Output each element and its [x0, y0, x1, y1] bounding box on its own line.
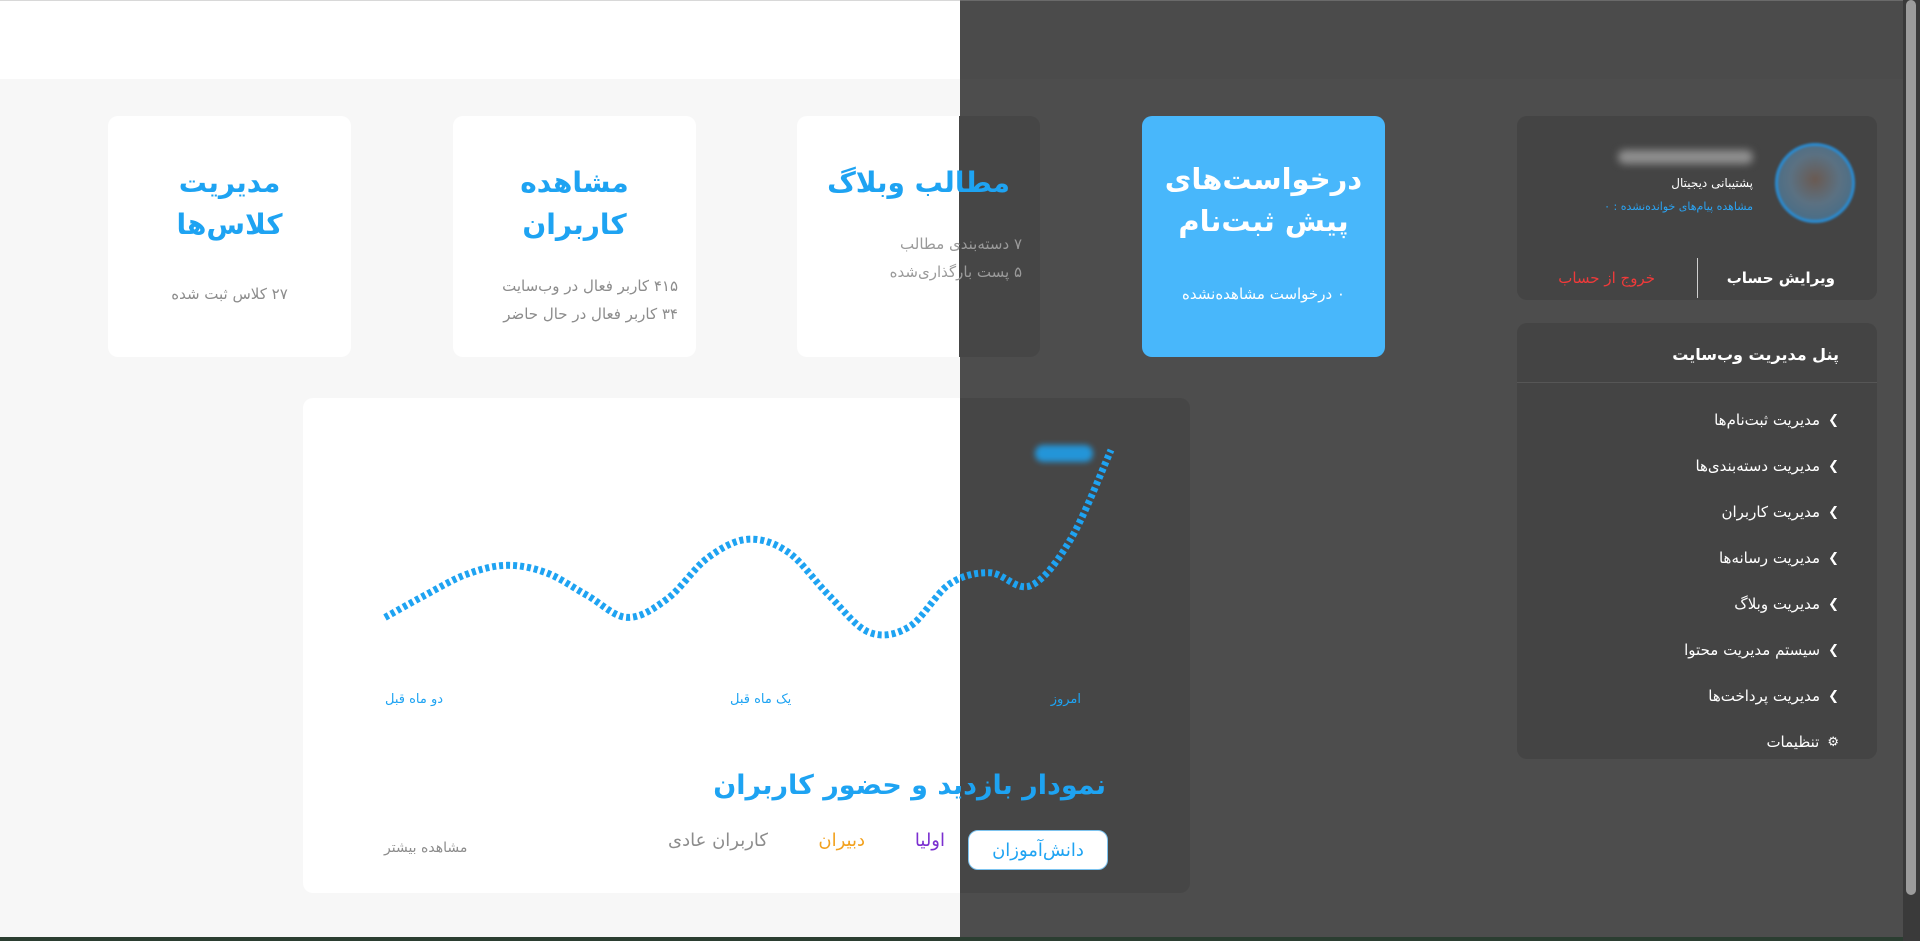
menu-item-cms[interactable]: ❯ سیستم مدیریت محتوا: [1684, 627, 1839, 673]
menu-list: ❯ مدیریت ثبت‌نام‌ها ❯ مدیریت دسته‌بندی‌ه…: [1684, 397, 1839, 765]
menu-item-registrations[interactable]: ❯ مدیریت ثبت‌نام‌ها: [1684, 397, 1839, 443]
profile-name-blurred: [1618, 150, 1753, 164]
chevron-right-icon: ❯: [1828, 412, 1839, 428]
unread-messages-link[interactable]: مشاهده پیام‌های خوانده‌نشده : ۰: [1604, 200, 1753, 213]
latest-value-label-blurred: [1035, 445, 1093, 462]
menu-title: پنل مدیریت وب‌سایت: [1672, 345, 1839, 364]
scrollbar[interactable]: [1903, 0, 1920, 941]
chart-title: نمودار بازدید و حضور کاربران: [713, 770, 1106, 801]
card-users[interactable]: مشاهده کاربران ۴۱۵ کاربر فعال در وب‌سایت…: [453, 116, 696, 357]
card-title: مدیریت کلاس‌ها: [176, 166, 283, 241]
card-line: ۵ پست بارگذاری‌شده: [889, 263, 1022, 281]
card-title: درخواست‌های پیش ثبت‌نام: [1164, 162, 1363, 238]
bottom-strip: [0, 937, 1903, 941]
divider: [1697, 258, 1698, 298]
x-tick-label: یک ماه قبل: [730, 692, 792, 707]
gear-icon: ⚙: [1827, 734, 1839, 750]
line-chart: دو ماه قبل یک ماه قبل امروز: [383, 445, 1115, 707]
see-more-link[interactable]: مشاهده بیشتر: [384, 840, 467, 856]
tab-regular-users[interactable]: کاربران عادی: [668, 830, 768, 851]
x-tick-label: دو ماه قبل: [385, 692, 443, 707]
series-line: [383, 448, 1115, 639]
divider: [1517, 382, 1877, 383]
chevron-right-icon: ❯: [1828, 458, 1839, 474]
tab-students[interactable]: دانش‌آموزان: [968, 830, 1108, 870]
card-preregistration[interactable]: درخواست‌های پیش ثبت‌نام ۰ درخواست مشاهده…: [1142, 116, 1385, 357]
chevron-right-icon: ❯: [1828, 550, 1839, 566]
menu-item-media[interactable]: ❯ مدیریت رسانه‌ها: [1684, 535, 1839, 581]
menu-item-categories[interactable]: ❯ مدیریت دسته‌بندی‌ها: [1684, 443, 1839, 489]
chevron-right-icon: ❯: [1828, 642, 1839, 658]
edit-account-button[interactable]: ویرایش حساب: [1727, 269, 1835, 287]
card-title: مشاهده کاربران: [520, 166, 629, 241]
menu-item-label: مدیریت ثبت‌نام‌ها: [1714, 411, 1821, 429]
menu-item-label: مدیریت پرداخت‌ها: [1708, 687, 1821, 705]
menu-item-settings[interactable]: ⚙ تنظیمات: [1684, 719, 1839, 765]
tab-parents[interactable]: اولیا: [915, 830, 945, 851]
admin-menu: پنل مدیریت وب‌سایت ❯ مدیریت ثبت‌نام‌ها ❯…: [1517, 323, 1877, 759]
chevron-right-icon: ❯: [1828, 596, 1839, 612]
tab-teachers[interactable]: دبیران: [818, 830, 865, 851]
chevron-right-icon: ❯: [1828, 504, 1839, 520]
profile-panel: پشتیبانی دیجیتال مشاهده پیام‌های خوانده‌…: [1517, 116, 1877, 300]
menu-item-label: مدیریت دسته‌بندی‌ها: [1695, 457, 1821, 475]
menu-item-users[interactable]: ❯ مدیریت کاربران: [1684, 489, 1839, 535]
card-line: ۷ دسته‌بندی مطالب: [900, 235, 1022, 253]
card-classes[interactable]: مدیریت کلاس‌ها ۲۷ کلاس ثبت شده: [108, 116, 351, 357]
card-line: ۰ درخواست مشاهده‌نشده: [1182, 285, 1345, 303]
menu-item-blog[interactable]: ❯ مدیریت وبلاگ: [1684, 581, 1839, 627]
card-line: ۴۱۵ کاربر فعال در وب‌سایت: [502, 277, 678, 295]
menu-item-label: مدیریت رسانه‌ها: [1718, 549, 1821, 567]
chart-panel: دو ماه قبل یک ماه قبل امروز نمودار بازدی…: [303, 398, 1190, 893]
top-bar-highlight: [0, 0, 960, 79]
avatar[interactable]: [1775, 143, 1855, 223]
scroll-thumb[interactable]: [1906, 0, 1916, 895]
menu-item-label: تنظیمات: [1766, 733, 1820, 751]
menu-item-label: سیستم مدیریت محتوا: [1684, 641, 1821, 659]
menu-item-label: مدیریت کاربران: [1721, 503, 1821, 521]
profile-role: پشتیبانی دیجیتال: [1671, 176, 1753, 190]
card-title: مطالب وبلاگ: [827, 166, 1010, 199]
menu-item-label: مدیریت وبلاگ: [1734, 595, 1821, 613]
x-tick-label: امروز: [1050, 692, 1081, 707]
card-line: ۲۷ کلاس ثبت شده: [171, 285, 288, 303]
chevron-right-icon: ❯: [1828, 688, 1839, 704]
logout-button[interactable]: خروج از حساب: [1558, 269, 1655, 287]
menu-item-payments[interactable]: ❯ مدیریت پرداخت‌ها: [1684, 673, 1839, 719]
card-line: ۳۴ کاربر فعال در حال حاضر: [503, 305, 678, 323]
card-blog[interactable]: مطالب وبلاگ ۷ دسته‌بندی مطالب ۵ پست بارگ…: [797, 116, 1040, 357]
